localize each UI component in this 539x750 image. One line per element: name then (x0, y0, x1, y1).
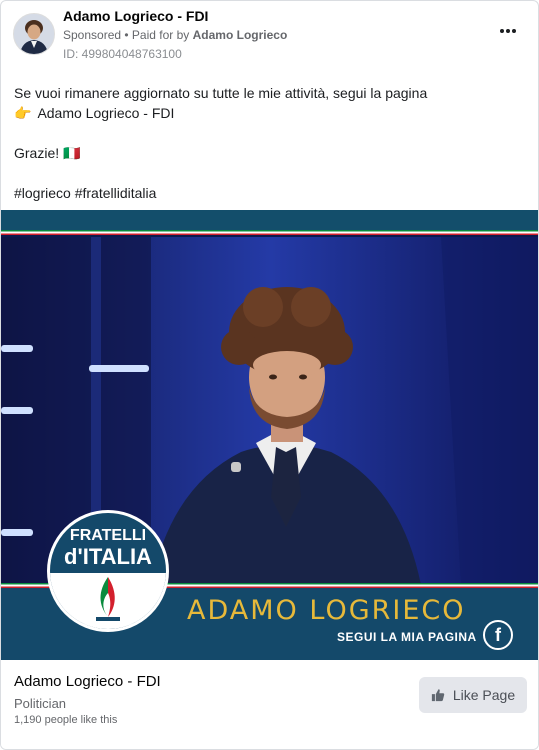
sponsored-text: Sponsored (63, 28, 122, 42)
ad-image[interactable]: FRATELLI d'ITALIA ADAMO LOGRIECO SEGUI L… (1, 210, 538, 660)
candidate-name: ADAMO LOGRIECO (187, 595, 466, 626)
post-header: Adamo Logrieco - FDI Sponsored • Paid fo… (1, 1, 538, 67)
paid-for-prefix: • Paid for by (121, 28, 193, 42)
post-line-1: Se vuoi rimanere aggiornato su tutte le … (14, 85, 428, 101)
like-page-label: Like Page (452, 687, 516, 703)
like-page-button[interactable]: Like Page (419, 677, 527, 713)
post-text: Se vuoi rimanere aggiornato su tutte le … (14, 83, 524, 203)
avatar-portrait (14, 14, 54, 54)
ad-card: Adamo Logrieco - FDI Sponsored • Paid fo… (0, 0, 539, 750)
footer-page-name[interactable]: Adamo Logrieco - FDI (14, 673, 161, 690)
more-horizontal-icon (500, 29, 516, 33)
post-thanks: Grazie! 🇮🇹 (14, 145, 81, 161)
page-name-link[interactable]: Adamo Logrieco - FDI (63, 8, 208, 24)
sponsored-label: Sponsored • Paid for by Adamo Logrieco (63, 28, 287, 42)
post-hashtags[interactable]: #logrieco #fratelliditalia (14, 183, 524, 203)
post-line-2: 👉 Adamo Logrieco - FDI (14, 103, 524, 123)
fratelli-ditalia-logo: FRATELLI d'ITALIA (47, 510, 169, 632)
paid-by-name: Adamo Logrieco (192, 28, 288, 42)
page-avatar[interactable] (13, 13, 55, 55)
thumbs-up-icon (431, 689, 445, 702)
pointing-hand-icon: 👉 (14, 105, 32, 121)
page-footer: Adamo Logrieco - FDI Politician 1,190 pe… (1, 660, 538, 749)
follow-cta-text: SEGUI LA MIA PAGINA (337, 630, 477, 644)
tricolor-stripe-top (1, 230, 538, 235)
ad-id: ID: 499804048763100 (63, 47, 182, 61)
flame-icon (96, 577, 120, 621)
more-options-button[interactable] (496, 19, 520, 43)
footer-category: Politician (14, 696, 67, 711)
post-page-mention: Adamo Logrieco - FDI (37, 105, 175, 121)
footer-like-count: 1,190 people like this (14, 714, 118, 726)
facebook-icon: f (483, 620, 513, 650)
image-top-band (1, 210, 538, 230)
